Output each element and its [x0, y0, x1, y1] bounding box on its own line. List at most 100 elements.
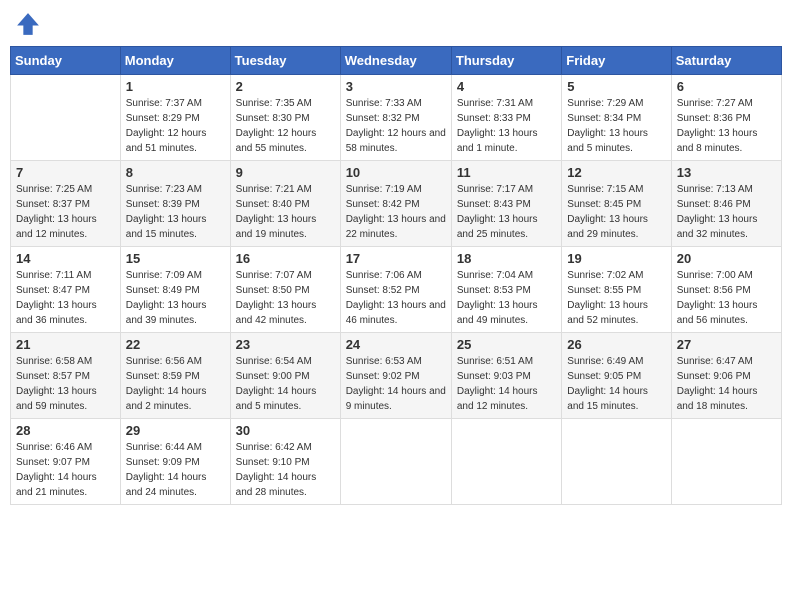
- day-info: Sunrise: 7:02 AM Sunset: 8:55 PM Dayligh…: [567, 268, 665, 328]
- daylight: Daylight: 14 hours and 18 minutes.: [677, 386, 758, 412]
- sunrise: Sunrise: 7:27 AM: [677, 98, 753, 109]
- day-number: 22: [126, 337, 225, 352]
- day-info: Sunrise: 6:49 AM Sunset: 9:05 PM Dayligh…: [567, 354, 665, 414]
- week-row-5: 28 Sunrise: 6:46 AM Sunset: 9:07 PM Dayl…: [11, 419, 782, 505]
- daylight: Daylight: 13 hours and 36 minutes.: [16, 300, 97, 326]
- calendar-cell: [451, 419, 561, 505]
- day-number: 7: [16, 165, 115, 180]
- day-info: Sunrise: 7:11 AM Sunset: 8:47 PM Dayligh…: [16, 268, 115, 328]
- daylight: Daylight: 13 hours and 15 minutes.: [126, 214, 207, 240]
- sunset: Sunset: 9:09 PM: [126, 457, 200, 468]
- calendar-cell: 12 Sunrise: 7:15 AM Sunset: 8:45 PM Dayl…: [562, 161, 671, 247]
- daylight: Daylight: 12 hours and 55 minutes.: [236, 128, 317, 154]
- sunrise: Sunrise: 7:07 AM: [236, 270, 312, 281]
- calendar-cell: 16 Sunrise: 7:07 AM Sunset: 8:50 PM Dayl…: [230, 247, 340, 333]
- sunrise: Sunrise: 6:51 AM: [457, 356, 533, 367]
- day-number: 5: [567, 79, 665, 94]
- calendar-cell: 1 Sunrise: 7:37 AM Sunset: 8:29 PM Dayli…: [120, 75, 230, 161]
- calendar-cell: [671, 419, 781, 505]
- calendar-cell: 22 Sunrise: 6:56 AM Sunset: 8:59 PM Dayl…: [120, 333, 230, 419]
- day-info: Sunrise: 6:51 AM Sunset: 9:03 PM Dayligh…: [457, 354, 556, 414]
- day-info: Sunrise: 7:23 AM Sunset: 8:39 PM Dayligh…: [126, 182, 225, 242]
- col-header-saturday: Saturday: [671, 47, 781, 75]
- sunset: Sunset: 8:40 PM: [236, 199, 310, 210]
- sunset: Sunset: 9:06 PM: [677, 371, 751, 382]
- day-info: Sunrise: 7:35 AM Sunset: 8:30 PM Dayligh…: [236, 96, 335, 156]
- daylight: Daylight: 13 hours and 29 minutes.: [567, 214, 648, 240]
- sunset: Sunset: 8:52 PM: [346, 285, 420, 296]
- sunset: Sunset: 8:32 PM: [346, 113, 420, 124]
- sunset: Sunset: 8:36 PM: [677, 113, 751, 124]
- sunrise: Sunrise: 6:54 AM: [236, 356, 312, 367]
- day-number: 14: [16, 251, 115, 266]
- day-number: 15: [126, 251, 225, 266]
- day-info: Sunrise: 7:19 AM Sunset: 8:42 PM Dayligh…: [346, 182, 446, 242]
- calendar-cell: 5 Sunrise: 7:29 AM Sunset: 8:34 PM Dayli…: [562, 75, 671, 161]
- daylight: Daylight: 13 hours and 1 minute.: [457, 128, 538, 154]
- daylight: Daylight: 13 hours and 12 minutes.: [16, 214, 97, 240]
- day-info: Sunrise: 7:15 AM Sunset: 8:45 PM Dayligh…: [567, 182, 665, 242]
- sunrise: Sunrise: 7:02 AM: [567, 270, 643, 281]
- sunrise: Sunrise: 7:06 AM: [346, 270, 422, 281]
- sunset: Sunset: 8:47 PM: [16, 285, 90, 296]
- daylight: Daylight: 13 hours and 39 minutes.: [126, 300, 207, 326]
- sunset: Sunset: 9:10 PM: [236, 457, 310, 468]
- sunrise: Sunrise: 7:11 AM: [16, 270, 91, 281]
- calendar-cell: 3 Sunrise: 7:33 AM Sunset: 8:32 PM Dayli…: [340, 75, 451, 161]
- col-header-thursday: Thursday: [451, 47, 561, 75]
- sunrise: Sunrise: 7:17 AM: [457, 184, 533, 195]
- calendar-cell: 14 Sunrise: 7:11 AM Sunset: 8:47 PM Dayl…: [11, 247, 121, 333]
- calendar-cell: 11 Sunrise: 7:17 AM Sunset: 8:43 PM Dayl…: [451, 161, 561, 247]
- daylight: Daylight: 14 hours and 15 minutes.: [567, 386, 648, 412]
- day-number: 17: [346, 251, 446, 266]
- sunset: Sunset: 9:03 PM: [457, 371, 531, 382]
- daylight: Daylight: 13 hours and 25 minutes.: [457, 214, 538, 240]
- sunrise: Sunrise: 6:44 AM: [126, 442, 202, 453]
- sunset: Sunset: 8:29 PM: [126, 113, 200, 124]
- day-number: 10: [346, 165, 446, 180]
- daylight: Daylight: 13 hours and 19 minutes.: [236, 214, 317, 240]
- day-info: Sunrise: 6:47 AM Sunset: 9:06 PM Dayligh…: [677, 354, 776, 414]
- sunset: Sunset: 8:50 PM: [236, 285, 310, 296]
- week-row-2: 7 Sunrise: 7:25 AM Sunset: 8:37 PM Dayli…: [11, 161, 782, 247]
- day-number: 2: [236, 79, 335, 94]
- calendar-cell: 23 Sunrise: 6:54 AM Sunset: 9:00 PM Dayl…: [230, 333, 340, 419]
- day-info: Sunrise: 6:56 AM Sunset: 8:59 PM Dayligh…: [126, 354, 225, 414]
- daylight: Daylight: 13 hours and 32 minutes.: [677, 214, 758, 240]
- day-info: Sunrise: 6:46 AM Sunset: 9:07 PM Dayligh…: [16, 440, 115, 500]
- week-row-3: 14 Sunrise: 7:11 AM Sunset: 8:47 PM Dayl…: [11, 247, 782, 333]
- daylight: Daylight: 12 hours and 51 minutes.: [126, 128, 207, 154]
- logo: [14, 10, 46, 38]
- sunrise: Sunrise: 6:42 AM: [236, 442, 312, 453]
- sunrise: Sunrise: 7:04 AM: [457, 270, 533, 281]
- daylight: Daylight: 13 hours and 52 minutes.: [567, 300, 648, 326]
- day-number: 4: [457, 79, 556, 94]
- calendar-cell: 29 Sunrise: 6:44 AM Sunset: 9:09 PM Dayl…: [120, 419, 230, 505]
- sunset: Sunset: 8:56 PM: [677, 285, 751, 296]
- sunrise: Sunrise: 6:49 AM: [567, 356, 643, 367]
- daylight: Daylight: 12 hours and 58 minutes.: [346, 128, 446, 154]
- calendar-cell: 18 Sunrise: 7:04 AM Sunset: 8:53 PM Dayl…: [451, 247, 561, 333]
- day-number: 6: [677, 79, 776, 94]
- sunrise: Sunrise: 7:35 AM: [236, 98, 312, 109]
- calendar-cell: 9 Sunrise: 7:21 AM Sunset: 8:40 PM Dayli…: [230, 161, 340, 247]
- calendar-cell: 27 Sunrise: 6:47 AM Sunset: 9:06 PM Dayl…: [671, 333, 781, 419]
- daylight: Daylight: 14 hours and 28 minutes.: [236, 472, 317, 498]
- sunrise: Sunrise: 7:15 AM: [567, 184, 643, 195]
- calendar-cell: 6 Sunrise: 7:27 AM Sunset: 8:36 PM Dayli…: [671, 75, 781, 161]
- sunrise: Sunrise: 6:46 AM: [16, 442, 92, 453]
- day-info: Sunrise: 7:06 AM Sunset: 8:52 PM Dayligh…: [346, 268, 446, 328]
- calendar-cell: 4 Sunrise: 7:31 AM Sunset: 8:33 PM Dayli…: [451, 75, 561, 161]
- day-info: Sunrise: 7:31 AM Sunset: 8:33 PM Dayligh…: [457, 96, 556, 156]
- day-number: 23: [236, 337, 335, 352]
- sunrise: Sunrise: 7:13 AM: [677, 184, 753, 195]
- day-number: 19: [567, 251, 665, 266]
- sunset: Sunset: 8:37 PM: [16, 199, 90, 210]
- calendar-cell: 19 Sunrise: 7:02 AM Sunset: 8:55 PM Dayl…: [562, 247, 671, 333]
- daylight: Daylight: 13 hours and 46 minutes.: [346, 300, 446, 326]
- sunrise: Sunrise: 7:00 AM: [677, 270, 753, 281]
- daylight: Daylight: 14 hours and 9 minutes.: [346, 386, 446, 412]
- daylight: Daylight: 13 hours and 8 minutes.: [677, 128, 758, 154]
- daylight: Daylight: 13 hours and 49 minutes.: [457, 300, 538, 326]
- sunset: Sunset: 8:57 PM: [16, 371, 90, 382]
